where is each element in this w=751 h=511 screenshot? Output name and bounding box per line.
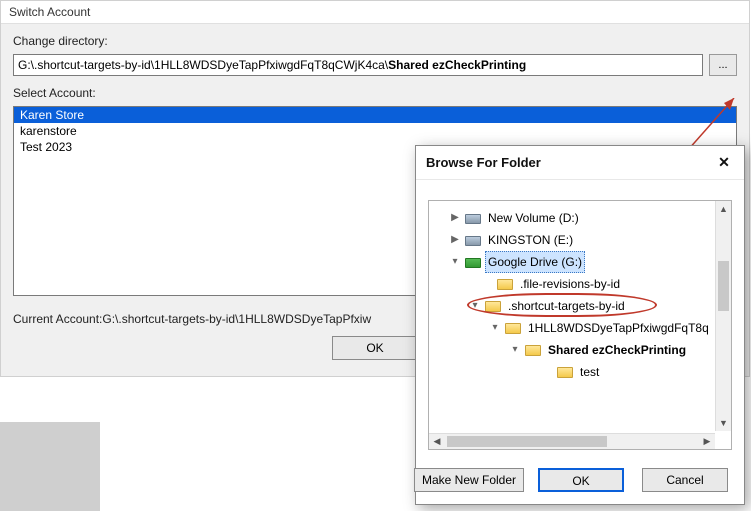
cancel-button[interactable]: Cancel	[642, 468, 728, 492]
folder-tree[interactable]: ▶ New Volume (D:) ▶ KINGSTON (E:) ▾ Goog…	[429, 207, 731, 383]
horizontal-scrollbar[interactable]: ◀ ▶	[429, 433, 715, 449]
account-item[interactable]: Karen Store	[14, 107, 736, 123]
ok-button[interactable]: OK	[332, 336, 418, 360]
close-button[interactable]: ✕	[714, 154, 734, 171]
tree-item-hash-folder[interactable]: ▾ 1HLL8WDSDyeTapPfxiwgdFqT8q	[429, 317, 731, 339]
scrollbar-thumb[interactable]	[718, 261, 729, 311]
scroll-up-icon[interactable]: ▲	[716, 201, 731, 217]
tree-item-new-volume[interactable]: ▶ New Volume (D:)	[429, 207, 731, 229]
browse-for-folder-dialog: Browse For Folder ✕ ▶ New Volume (D:) ▶ …	[415, 145, 745, 505]
ok-button[interactable]: OK	[538, 468, 624, 492]
tree-label: test	[577, 362, 602, 382]
expander-icon[interactable]: ▾	[509, 340, 521, 360]
tree-label: .file-revisions-by-id	[517, 274, 623, 294]
expander-icon[interactable]: ▾	[489, 318, 501, 338]
path-text-normal: G:\.shortcut-targets-by-id\1HLL8WDSDyeTa…	[18, 58, 388, 72]
expander-icon[interactable]: ▶	[449, 208, 461, 228]
drive-icon	[465, 214, 481, 224]
account-item[interactable]: karenstore	[14, 123, 736, 139]
dialog-title: Browse For Folder	[426, 155, 541, 170]
tree-label: KINGSTON (E:)	[485, 230, 576, 250]
scroll-down-icon[interactable]: ▼	[716, 415, 731, 431]
tree-label: 1HLL8WDSDyeTapPfxiwgdFqT8q	[525, 318, 712, 338]
tree-item-test[interactable]: test	[429, 361, 731, 383]
drive-icon	[465, 236, 481, 246]
change-directory-label: Change directory:	[13, 34, 737, 48]
tree-label: New Volume (D:)	[485, 208, 582, 228]
scroll-right-icon[interactable]: ▶	[699, 434, 715, 449]
tree-item-shared-ezcheck[interactable]: ▾ Shared ezCheckPrinting	[429, 339, 731, 361]
directory-path-input[interactable]: G:\.shortcut-targets-by-id\1HLL8WDSDyeTa…	[13, 54, 703, 76]
folder-icon	[485, 301, 501, 312]
google-drive-icon	[465, 258, 481, 268]
expander-icon[interactable]: ▶	[449, 230, 461, 250]
tree-label: Shared ezCheckPrinting	[545, 340, 689, 360]
vertical-scrollbar[interactable]: ▲ ▼	[715, 201, 731, 431]
browse-directory-button[interactable]: ...	[709, 54, 737, 76]
expander-icon[interactable]: ▾	[449, 252, 461, 272]
tree-item-kingston[interactable]: ▶ KINGSTON (E:)	[429, 229, 731, 251]
folder-icon	[497, 279, 513, 290]
path-text-bold: Shared ezCheckPrinting	[388, 58, 526, 72]
make-new-folder-button[interactable]: Make New Folder	[414, 468, 524, 492]
scroll-left-icon[interactable]: ◀	[429, 434, 445, 449]
folder-icon	[505, 323, 521, 334]
tree-item-google-drive[interactable]: ▾ Google Drive (G:)	[429, 251, 731, 273]
folder-icon	[557, 367, 573, 378]
tree-label: .shortcut-targets-by-id	[505, 296, 628, 316]
tree-item-file-revisions[interactable]: .file-revisions-by-id	[429, 273, 731, 295]
tree-item-shortcut-targets[interactable]: ▾ .shortcut-targets-by-id	[429, 295, 731, 317]
background-panel	[0, 422, 100, 511]
select-account-label: Select Account:	[13, 86, 737, 100]
tree-label: Google Drive (G:)	[485, 251, 585, 273]
window-title: Switch Account	[1, 1, 749, 24]
expander-icon[interactable]: ▾	[469, 296, 481, 316]
folder-icon	[525, 345, 541, 356]
scrollbar-thumb[interactable]	[447, 436, 607, 447]
